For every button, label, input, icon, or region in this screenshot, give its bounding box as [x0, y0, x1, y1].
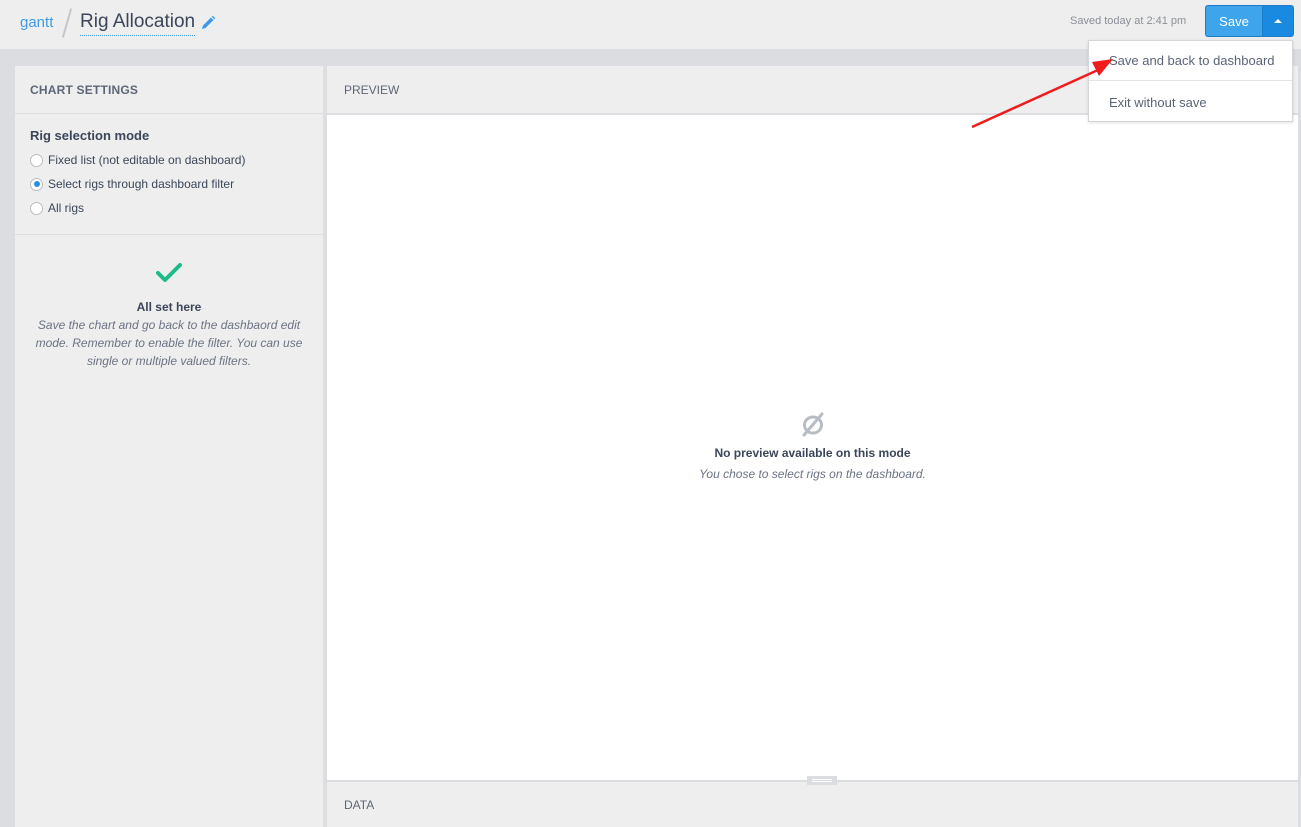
radio-button[interactable] — [30, 201, 43, 215]
radio-all-rigs[interactable]: All rigs — [30, 196, 308, 220]
save-options-toggle[interactable] — [1262, 5, 1294, 37]
radio-label: All rigs — [48, 201, 85, 215]
menu-item-save-and-back[interactable]: Save and back to dashboard — [1089, 41, 1292, 81]
empty-state-title: No preview available on this mode — [714, 446, 911, 460]
empty-state-subtitle: You chose to select rigs on the dashboar… — [699, 467, 926, 481]
caret-up-icon — [1274, 19, 1282, 23]
rig-selection-label: Rig selection mode — [30, 128, 150, 143]
breadcrumb-separator — [64, 8, 66, 38]
rig-selection-section: Rig selection mode Fixed list (not edita… — [15, 114, 323, 235]
data-section-header[interactable]: DATA — [327, 780, 1298, 827]
status-message: All set here Save the chart and go back … — [15, 235, 323, 370]
radio-dashboard-filter[interactable]: Select rigs through dashboard filter — [30, 172, 308, 196]
save-button[interactable]: Save — [1205, 5, 1262, 37]
saved-status: Saved today at 2:41 pm — [1070, 15, 1187, 27]
radio-fixed-list[interactable]: Fixed list (not editable on dashboard) — [30, 148, 308, 172]
check-icon — [156, 263, 182, 282]
status-text: Save the chart and go back to the dashba… — [35, 318, 303, 368]
breadcrumb-link-gantt[interactable]: gantt — [20, 14, 53, 31]
menu-item-exit-without-save[interactable]: Exit without save — [1089, 82, 1292, 122]
empty-set-icon — [802, 412, 824, 437]
preview-area: No preview available on this mode You ch… — [327, 115, 1298, 780]
save-options-menu: Save and back to dashboard Exit without … — [1088, 40, 1293, 122]
radio-button-selected[interactable] — [30, 177, 43, 191]
status-title: All set here — [136, 300, 202, 314]
radio-label: Select rigs through dashboard filter — [48, 177, 235, 191]
radio-button[interactable] — [30, 153, 43, 167]
chart-settings-panel: CHART SETTINGS Rig selection mode Fixed … — [15, 66, 325, 827]
radio-label: Fixed list (not editable on dashboard) — [48, 153, 246, 167]
page-title[interactable]: Rig Allocation — [80, 10, 196, 36]
resize-handle[interactable] — [807, 776, 837, 785]
chart-settings-header: CHART SETTINGS — [15, 66, 323, 114]
preview-panel: PREVIEW No preview available on this mod… — [327, 66, 1298, 827]
pencil-icon[interactable] — [200, 15, 216, 31]
